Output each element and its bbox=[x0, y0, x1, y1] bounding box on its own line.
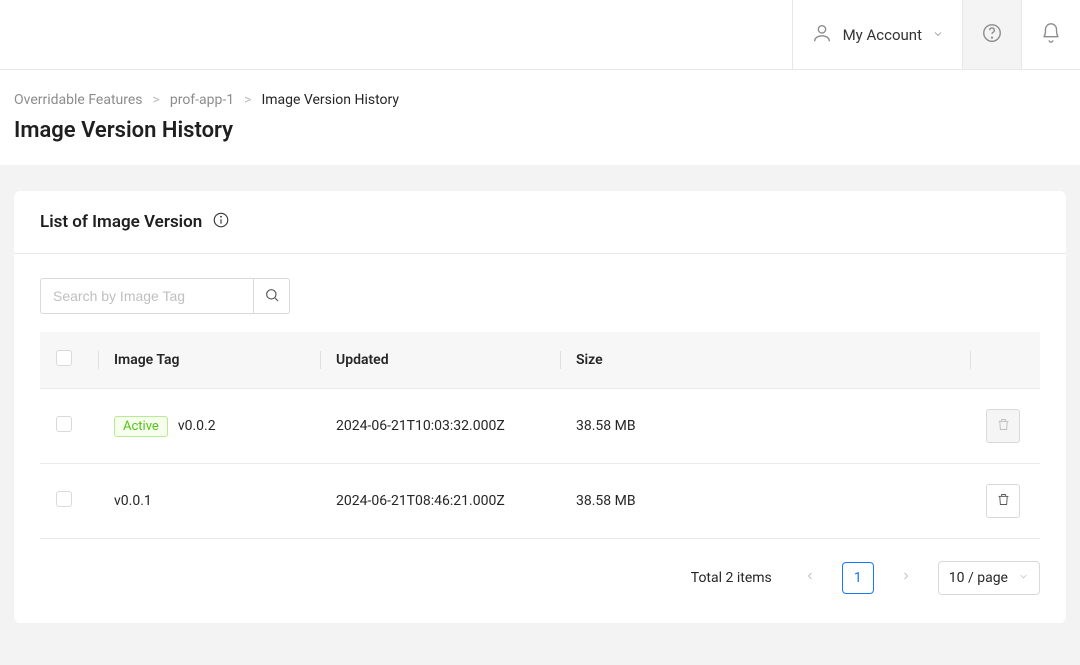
card-image-version-list: List of Image Version bbox=[14, 191, 1066, 623]
size-cell: 38.58 MB bbox=[560, 464, 970, 539]
search-input[interactable] bbox=[40, 278, 254, 314]
row-checkbox[interactable] bbox=[56, 416, 72, 432]
search-icon bbox=[264, 287, 280, 306]
user-icon bbox=[811, 22, 833, 48]
table-row: v0.0.1 2024-06-21T08:46:21.000Z 38.58 MB bbox=[40, 464, 1040, 539]
breadcrumb-item[interactable]: Overridable Features bbox=[14, 92, 143, 108]
card-header: List of Image Version bbox=[14, 191, 1066, 254]
breadcrumb-item[interactable]: prof-app-1 bbox=[170, 92, 234, 108]
col-header-actions bbox=[970, 332, 1040, 389]
content-area: List of Image Version bbox=[0, 165, 1080, 665]
card-title: List of Image Version bbox=[40, 212, 202, 232]
card-body: Image Tag Updated Size Active bbox=[14, 254, 1066, 623]
search-row bbox=[40, 278, 1040, 314]
pagination-prev[interactable] bbox=[794, 562, 826, 594]
chevron-down-icon bbox=[1018, 570, 1029, 586]
pagination-page-current[interactable]: 1 bbox=[842, 562, 874, 594]
breadcrumb-sep: > bbox=[244, 92, 251, 108]
col-header-tag: Image Tag bbox=[98, 332, 320, 389]
info-icon[interactable] bbox=[212, 211, 230, 233]
help-button[interactable] bbox=[962, 0, 1021, 69]
table-header-row: Image Tag Updated Size bbox=[40, 332, 1040, 389]
breadcrumb-sep: > bbox=[153, 92, 160, 108]
col-header-updated: Updated bbox=[320, 332, 560, 389]
table-row: Active v0.0.2 2024-06-21T10:03:32.000Z 3… bbox=[40, 389, 1040, 464]
help-icon bbox=[981, 22, 1003, 48]
select-all-checkbox[interactable] bbox=[56, 350, 72, 366]
notifications-button[interactable] bbox=[1021, 0, 1080, 69]
pagination-page-size[interactable]: 10 / page bbox=[938, 561, 1040, 595]
image-version-table: Image Tag Updated Size Active bbox=[40, 332, 1040, 539]
chevron-left-icon bbox=[804, 570, 816, 586]
col-header-size: Size bbox=[560, 332, 970, 389]
delete-button bbox=[986, 409, 1020, 443]
row-checkbox[interactable] bbox=[56, 491, 72, 507]
breadcrumb: Overridable Features > prof-app-1 > Imag… bbox=[14, 92, 1066, 108]
page-header: Overridable Features > prof-app-1 > Imag… bbox=[0, 70, 1080, 165]
topbar: My Account bbox=[0, 0, 1080, 70]
updated-cell: 2024-06-21T08:46:21.000Z bbox=[320, 464, 560, 539]
account-label: My Account bbox=[843, 26, 922, 44]
breadcrumb-current: Image Version History bbox=[261, 92, 399, 108]
pagination: Total 2 items 1 10 / page bbox=[40, 561, 1040, 595]
account-menu[interactable]: My Account bbox=[792, 0, 962, 69]
updated-cell: 2024-06-21T10:03:32.000Z bbox=[320, 389, 560, 464]
image-tag: v0.0.1 bbox=[114, 493, 152, 509]
status-badge: Active bbox=[114, 416, 168, 437]
page-size-label: 10 / page bbox=[949, 570, 1008, 586]
size-cell: 38.58 MB bbox=[560, 389, 970, 464]
search-button[interactable] bbox=[254, 278, 290, 314]
bell-icon bbox=[1040, 22, 1062, 48]
pagination-next[interactable] bbox=[890, 562, 922, 594]
pagination-total: Total 2 items bbox=[691, 570, 772, 586]
trash-icon bbox=[996, 492, 1011, 511]
page-title: Image Version History bbox=[14, 118, 1066, 143]
trash-icon bbox=[996, 417, 1011, 436]
delete-button[interactable] bbox=[986, 484, 1020, 518]
chevron-down-icon bbox=[932, 26, 944, 44]
image-tag: v0.0.2 bbox=[178, 418, 216, 434]
chevron-right-icon bbox=[900, 570, 912, 586]
